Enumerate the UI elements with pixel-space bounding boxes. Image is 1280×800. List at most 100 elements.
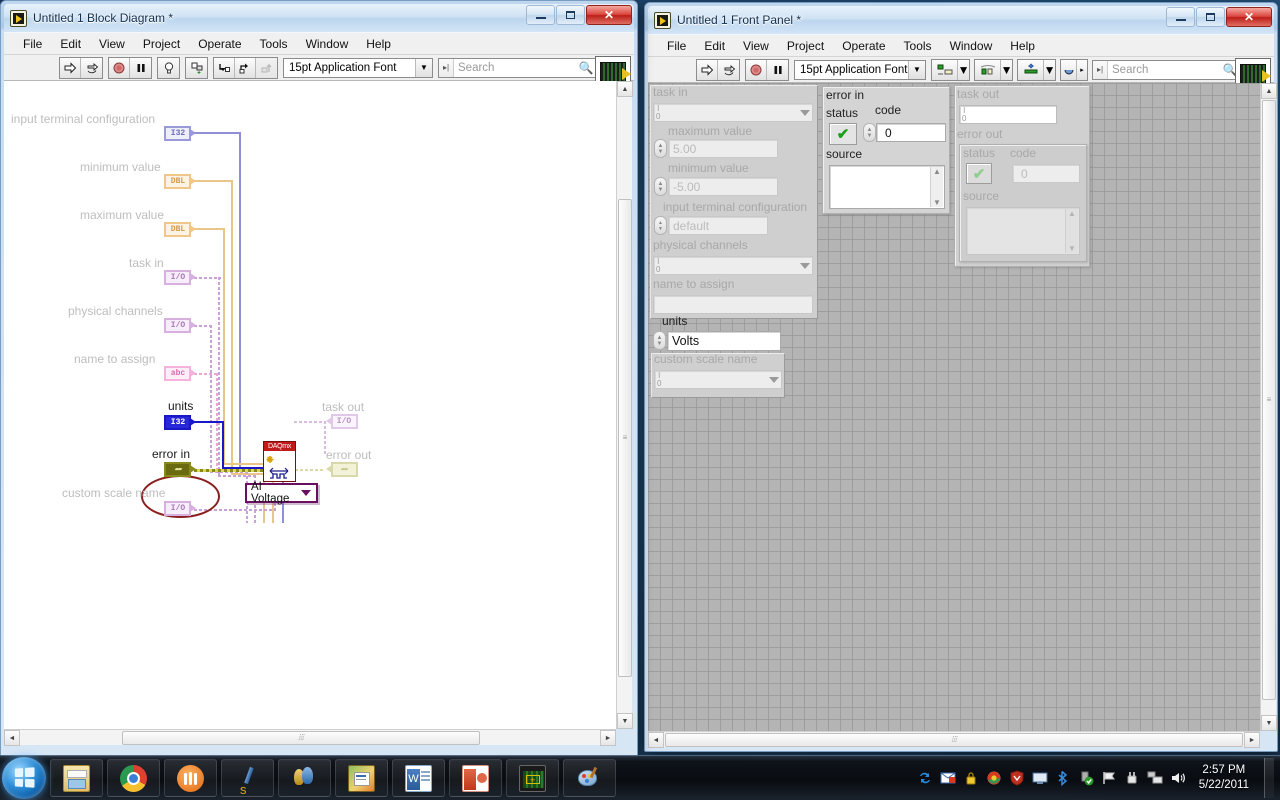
menu-view[interactable]: View — [734, 37, 778, 55]
scroll-left-button[interactable]: ◄ — [648, 732, 664, 748]
wire-error-in[interactable] — [194, 469, 264, 472]
scroll-up-icon[interactable]: ▲ — [933, 167, 941, 176]
wire-task-in-h2[interactable] — [218, 475, 256, 477]
windows-taskbar[interactable]: s W + 2:57 PM 5/22/2011 — [0, 755, 1280, 800]
bluetooth-icon[interactable] — [1055, 770, 1071, 787]
run-button[interactable] — [697, 59, 718, 80]
close-button[interactable]: ✕ — [586, 5, 632, 25]
close-button[interactable]: ✕ — [1226, 7, 1272, 27]
terminal-maximum-value[interactable]: DBL — [164, 222, 196, 237]
power-plug-icon[interactable] — [1124, 770, 1140, 786]
scroll-down-icon[interactable]: ▼ — [933, 198, 941, 207]
run-button[interactable] — [60, 57, 81, 78]
terminal-units[interactable]: I32 — [164, 415, 196, 430]
menu-tools[interactable]: Tools — [895, 37, 941, 55]
minimum-value-stepper[interactable]: ▲ ▼ — [654, 177, 667, 196]
retain-wire-values-button[interactable] — [186, 57, 207, 78]
abort-pause-group[interactable] — [108, 56, 152, 79]
align-objects-group[interactable]: ▼ — [931, 58, 970, 81]
minimum-value-input[interactable]: -5.00 — [668, 177, 778, 196]
taskbar-item-powerpoint[interactable] — [449, 759, 502, 797]
taskbar-item-windows-messenger[interactable] — [278, 759, 331, 797]
start-button[interactable] — [2, 757, 46, 799]
search-scope-icon[interactable]: ▸| — [439, 58, 454, 77]
daqmx-create-virtual-channel-node[interactable]: DAQmx — [263, 441, 296, 482]
name-to-assign-input[interactable] — [653, 295, 813, 314]
resize-objects-dropdown[interactable]: ▼ — [1044, 59, 1055, 80]
resize-objects-group[interactable]: ▼ — [1017, 58, 1056, 81]
horizontal-scroll-thumb[interactable]: ⦙⦙⦙ — [665, 733, 1243, 747]
minimize-button[interactable] — [526, 5, 555, 25]
taskbar-item-paint[interactable] — [563, 759, 616, 797]
physical-channels-input[interactable]: I0 — [653, 256, 813, 275]
font-selector[interactable]: 15pt Application Font ▼ — [794, 59, 926, 80]
font-selector[interactable]: 15pt Application Font ▼ — [283, 57, 433, 78]
scroll-down-button[interactable]: ▼ — [1261, 715, 1277, 731]
step-over-button[interactable] — [235, 57, 256, 78]
menu-view[interactable]: View — [90, 35, 134, 53]
block-diagram-window[interactable]: Untitled 1 Block Diagram * ✕ File Edit V… — [0, 0, 638, 757]
system-tray[interactable]: 2:57 PM 5/22/2011 — [917, 758, 1280, 798]
taskbar-item-windows-explorer[interactable] — [50, 759, 103, 797]
chevron-down-icon[interactable] — [800, 262, 810, 269]
lock-icon[interactable] — [963, 770, 979, 786]
front-panel-toolbar[interactable]: 15pt Application Font ▼ ▼ ▼ ▼ ▸ ▸| Searc… — [648, 57, 1274, 92]
usb-safe-remove-icon[interactable] — [1078, 770, 1094, 786]
browser-icon[interactable] — [986, 770, 1002, 786]
menu-edit[interactable]: Edit — [51, 35, 90, 53]
reorder-group[interactable]: ▸ — [1060, 58, 1088, 81]
pause-button[interactable] — [767, 59, 788, 80]
abort-execution-button[interactable] — [109, 57, 130, 78]
display-icon[interactable] — [1032, 770, 1048, 786]
error-in-cluster[interactable]: error in status ✔ code ▲ ▼ 0 source ▲ ▼ — [822, 86, 950, 214]
step-into-button[interactable] — [214, 57, 235, 78]
terminal-physical-channels[interactable]: I/O — [164, 318, 196, 333]
front-panel-titlebar[interactable]: Untitled 1 Front Panel * ✕ — [648, 6, 1274, 35]
menu-help[interactable]: Help — [357, 35, 400, 53]
maximum-value-stepper[interactable]: ▲ ▼ — [654, 139, 667, 158]
vertical-scroll-thumb[interactable]: ≡ — [1262, 100, 1276, 700]
custom-scale-name-input[interactable]: I0 — [654, 370, 782, 389]
error-in-status-led[interactable]: ✔ — [829, 123, 857, 145]
taskbar-item-word[interactable]: W — [392, 759, 445, 797]
taskbar-clock[interactable]: 2:57 PM 5/22/2011 — [1193, 763, 1257, 793]
run-continuously-button[interactable] — [81, 57, 102, 78]
input-terminal-configuration-input[interactable]: default — [668, 216, 768, 235]
pause-button[interactable] — [130, 57, 151, 78]
scroll-up-button[interactable]: ▲ — [617, 81, 633, 97]
search-scope-icon[interactable]: ▸| — [1093, 60, 1108, 79]
block-diagram-toolbar[interactable]: 15pt Application Font ▼ ▸| Search 🔍 ? 1 — [4, 55, 634, 90]
step-group[interactable] — [213, 56, 278, 79]
units-input[interactable]: Volts — [667, 331, 781, 351]
front-panel-window-controls[interactable]: ✕ — [1166, 7, 1272, 27]
horizontal-scroll-thumb[interactable]: ⦙⦙⦙ — [122, 731, 480, 745]
menu-help[interactable]: Help — [1001, 37, 1044, 55]
debug-group-2[interactable] — [185, 56, 208, 79]
wire-maximum-value-h2[interactable] — [223, 463, 265, 465]
menu-file[interactable]: File — [658, 37, 695, 55]
step-out-button[interactable] — [256, 57, 277, 78]
taskbar-item-pen-editor[interactable]: s — [221, 759, 274, 797]
taskbar-item-labview[interactable]: + — [506, 759, 559, 797]
error-in-code-input[interactable]: 0 — [876, 123, 946, 142]
wire-task-in-v[interactable] — [218, 277, 220, 477]
mail-icon[interactable] — [940, 770, 956, 786]
chevron-down-icon[interactable]: ▼ — [908, 60, 925, 79]
wire-task-in[interactable] — [194, 277, 221, 279]
scroll-up-button[interactable]: ▲ — [1261, 83, 1277, 99]
wire-name-to-assign[interactable] — [194, 373, 218, 375]
scroll-right-button[interactable]: ► — [1244, 732, 1260, 748]
chevron-down-icon[interactable] — [800, 109, 810, 116]
wire-maximum-value[interactable] — [194, 228, 225, 230]
terminal-custom-scale-name[interactable]: I/O — [164, 501, 196, 516]
run-controls-group[interactable] — [59, 56, 103, 79]
search-icon[interactable]: 🔍 — [575, 61, 597, 75]
run-continuously-button[interactable] — [718, 59, 739, 80]
chevron-down-icon[interactable]: ▼ — [415, 58, 432, 77]
distribute-objects-dropdown[interactable]: ▼ — [1001, 59, 1012, 80]
front-panel-vertical-scrollbar[interactable]: ▲ ▼ ≡ — [1260, 83, 1277, 731]
front-panel-menubar[interactable]: File Edit View Project Operate Tools Win… — [648, 35, 1274, 57]
abort-pause-group[interactable] — [745, 58, 789, 81]
menu-project[interactable]: Project — [778, 37, 833, 55]
debug-group-1[interactable] — [157, 56, 180, 79]
